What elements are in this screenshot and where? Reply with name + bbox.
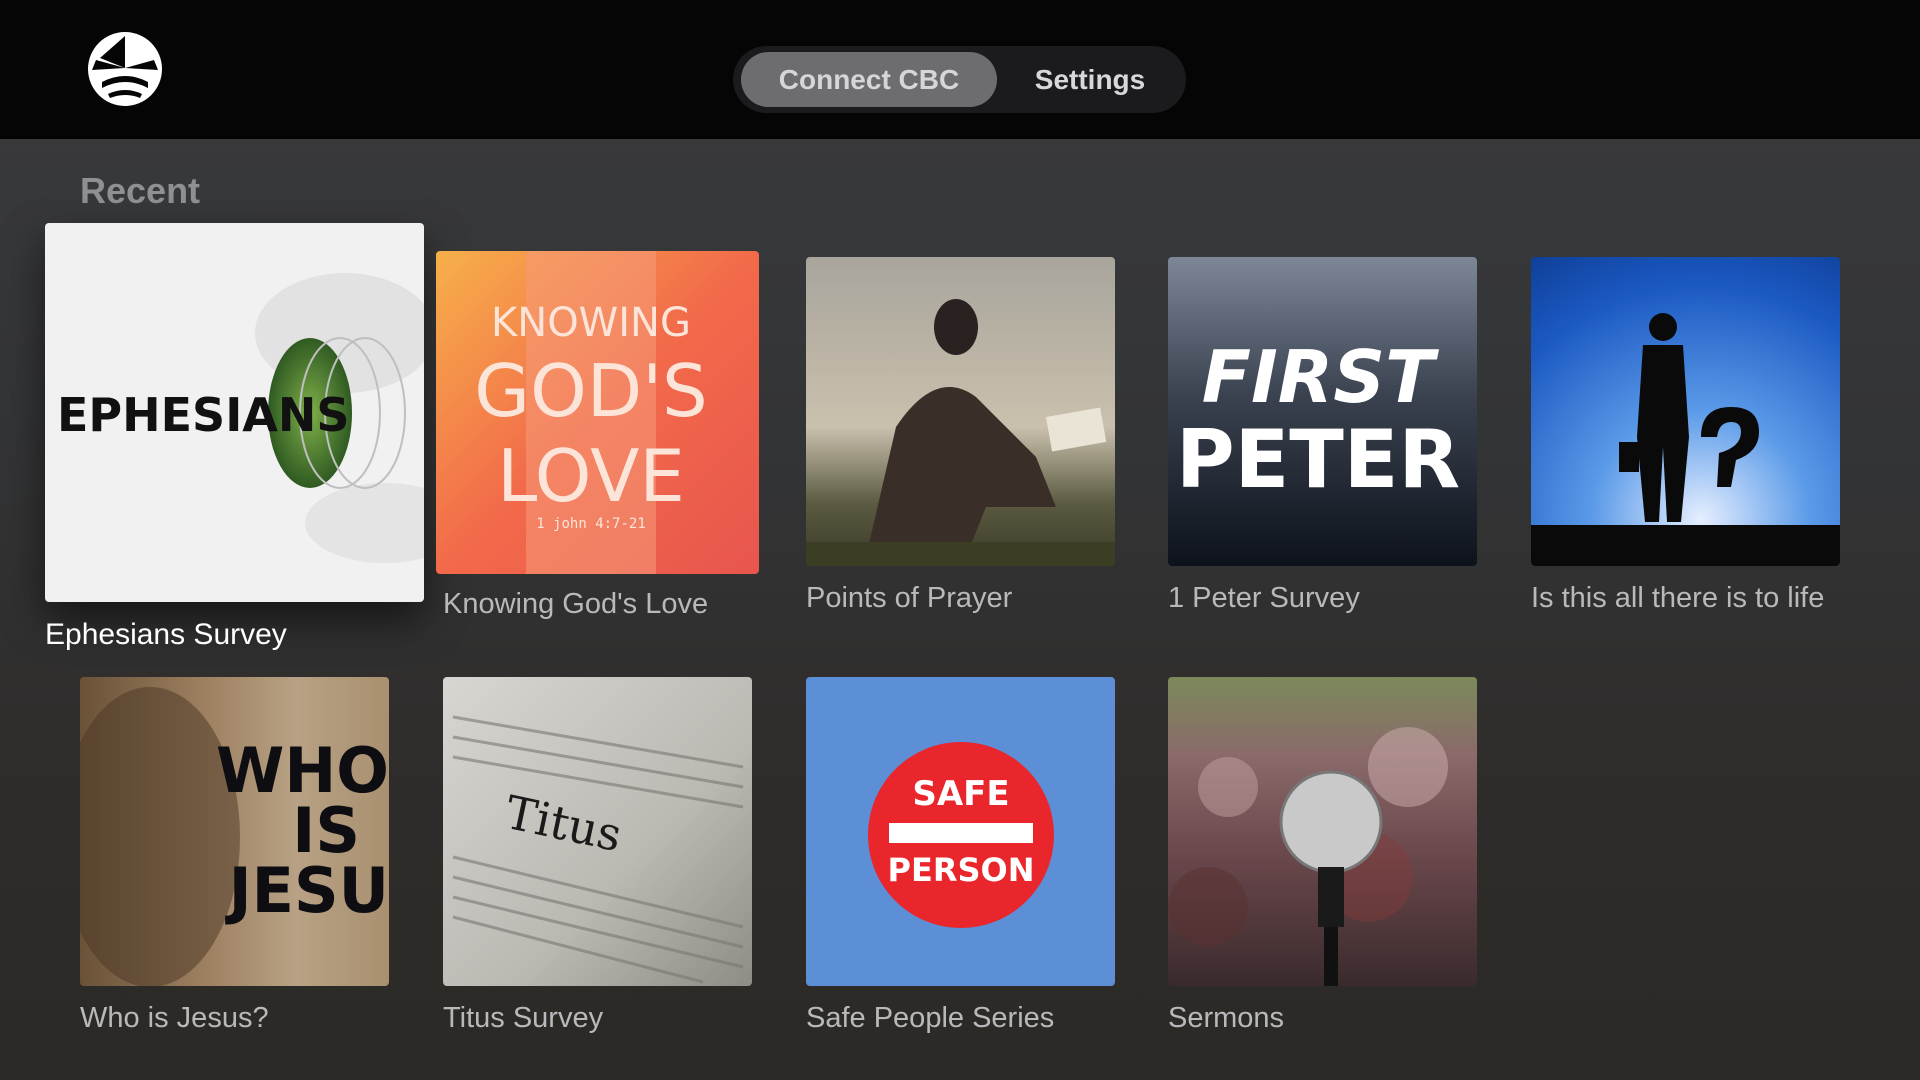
top-nav: Connect CBC Settings	[733, 46, 1186, 113]
svg-text:1 john 4:7-21: 1 john 4:7-21	[536, 516, 646, 532]
tile-label: Sermons	[1168, 1002, 1285, 1034]
thumbnail-knowing-gods-love: KNOWING GOD'S LOVE 1 john 4:7-21	[436, 251, 759, 574]
thumbnail-sermons	[1168, 677, 1477, 986]
top-bar: Connect CBC Settings	[0, 0, 1920, 139]
tile-label: Who is Jesus?	[80, 1002, 269, 1034]
svg-text:GOD'S: GOD'S	[474, 349, 707, 433]
tile-label: Ephesians Survey	[45, 618, 287, 651]
svg-text:KNOWING: KNOWING	[491, 300, 691, 346]
tile-label: Points of Prayer	[806, 582, 1013, 614]
tile-label: Titus Survey	[443, 1002, 604, 1034]
svg-text:PERSON: PERSON	[888, 851, 1035, 889]
thumbnail-safe-people: SAFE PERSON	[806, 677, 1115, 986]
tile-label: Safe People Series	[806, 1002, 1055, 1034]
thumbnail-who-is-jesus: WHO IS JESU	[80, 677, 389, 986]
tab-settings[interactable]: Settings	[1005, 52, 1175, 107]
svg-text:LOVE: LOVE	[497, 434, 685, 518]
thumbnail-points-of-prayer	[806, 257, 1115, 566]
svg-text:JESU: JESU	[225, 854, 389, 927]
thumbnail-is-this-all	[1531, 257, 1840, 566]
section-title-recent: Recent	[80, 170, 201, 211]
thumbnail-ephesians: EPHESIANS	[45, 223, 424, 602]
svg-text:Titus: Titus	[501, 785, 627, 862]
svg-text:SAFE: SAFE	[912, 774, 1009, 814]
church-logo-icon	[88, 32, 162, 106]
thumbnail-titus: Titus	[443, 677, 752, 986]
svg-text:FIRST: FIRST	[1202, 335, 1439, 419]
ephesians-art-text: EPHESIANS	[57, 388, 350, 442]
thumbnail-1-peter: FIRST PETER	[1168, 257, 1477, 566]
tile-label: Is this all there is to life	[1531, 582, 1825, 614]
tab-connect-cbc[interactable]: Connect CBC	[741, 52, 997, 107]
tile-label: Knowing God's Love	[443, 588, 709, 620]
svg-text:PETER: PETER	[1176, 413, 1460, 506]
tile-label: 1 Peter Survey	[1168, 582, 1360, 614]
